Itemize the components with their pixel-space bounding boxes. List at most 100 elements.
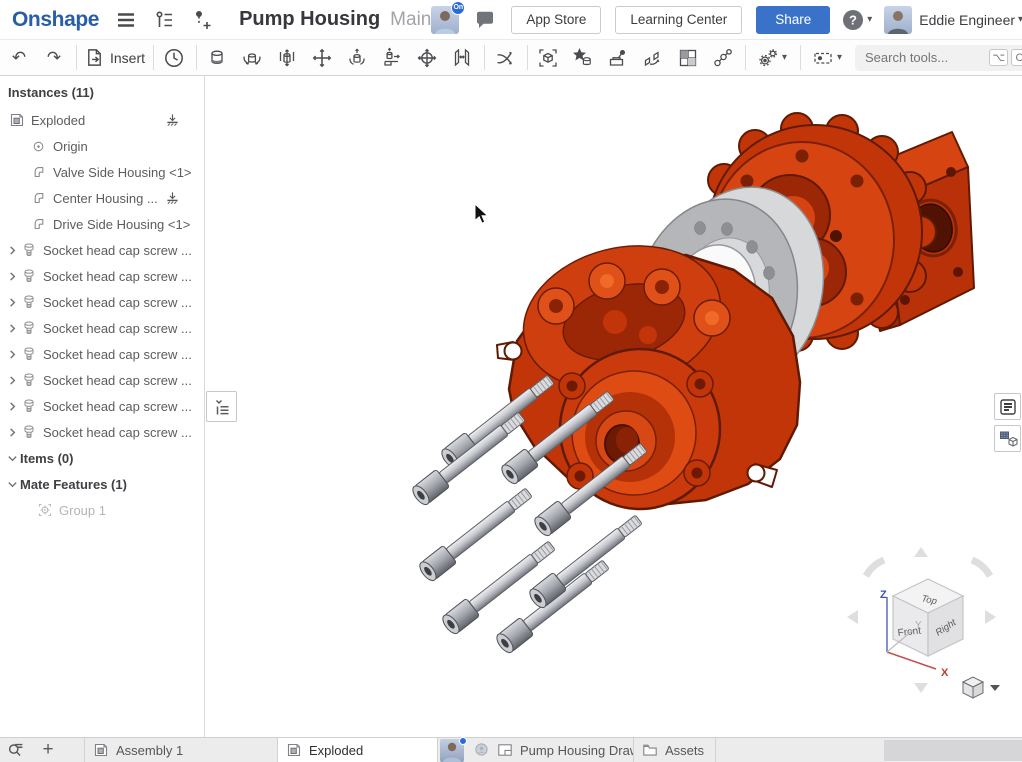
comments-icon[interactable] — [473, 8, 497, 32]
axis-x-label: X — [941, 667, 949, 679]
bom-panel-toggle[interactable] — [994, 425, 1021, 452]
feature-list-panel-toggle[interactable] — [994, 393, 1021, 420]
instance-row[interactable]: Socket head cap screw ... — [0, 393, 204, 419]
exploded-view-icon[interactable] — [710, 45, 736, 71]
tabs-row: Assembly 1Exploded Pump Housing Draw...As… — [64, 738, 716, 762]
assembly-settings-menu[interactable]: ▾ — [753, 45, 791, 71]
tab-scrollbar[interactable] — [884, 740, 1022, 761]
part-icon — [30, 164, 47, 181]
document-tab[interactable]: Assets — [634, 738, 716, 762]
instance-row[interactable]: Socket head cap screw ... — [0, 315, 204, 341]
onshape-app: Onshape Pump Housing Main On App Store L… — [0, 0, 1022, 762]
instance-row[interactable]: Socket head cap screw ... — [0, 367, 204, 393]
cylindrical-mate-icon[interactable] — [344, 45, 370, 71]
model-viewport[interactable]: Top Front Right Z X Y — [205, 76, 1022, 737]
online-badge: On — [451, 1, 465, 15]
instance-label: Items (0) — [20, 451, 73, 466]
divider — [196, 45, 197, 70]
instance-label: Socket head cap screw ... — [43, 321, 192, 336]
instance-row[interactable]: Group 1 — [0, 497, 204, 523]
svg-text:?: ? — [849, 12, 857, 27]
section-header[interactable]: Mate Features (1) — [0, 471, 204, 497]
versions-history-icon[interactable] — [153, 8, 175, 32]
caret-down-icon: ▾ — [867, 14, 872, 25]
document-tab[interactable]: Exploded — [278, 738, 438, 762]
replicate-icon[interactable] — [605, 45, 631, 71]
chevron-right-icon[interactable] — [5, 427, 20, 438]
chevron-right-icon[interactable] — [5, 375, 20, 386]
standard-content-icon[interactable] — [570, 45, 596, 71]
instance-row[interactable]: Origin — [0, 133, 204, 159]
chevron-down-icon[interactable] — [5, 479, 20, 490]
parallel-mate-icon[interactable] — [449, 45, 475, 71]
viewport-canvas[interactable]: Top Front Right Z X Y — [205, 76, 1022, 737]
user-avatar[interactable] — [884, 6, 912, 34]
chevron-right-icon[interactable] — [5, 271, 20, 282]
revolute-mate-icon[interactable] — [239, 45, 265, 71]
chevron-right-icon[interactable] — [5, 297, 20, 308]
undo-icon[interactable]: ↶ — [6, 45, 32, 71]
workspace-branch[interactable]: Main — [390, 9, 431, 31]
instance-row[interactable]: Center Housing ... — [0, 185, 204, 211]
tangent-mate-icon[interactable] — [492, 45, 518, 71]
manage-tabs-button[interactable] — [0, 738, 32, 762]
ball-mate-icon[interactable] — [414, 45, 440, 71]
view-cube[interactable]: Top Front Right Z X Y — [847, 547, 996, 693]
instance-label: Center Housing ... — [53, 191, 158, 206]
instances-flyout-toggle[interactable] — [206, 391, 237, 422]
user-menu[interactable]: Eddie Engineer — [919, 12, 1015, 28]
tab-label: Pump Housing Draw... — [520, 743, 634, 758]
section-view-menu[interactable]: ▾ — [808, 45, 846, 71]
instance-row[interactable]: Socket head cap screw ... — [0, 237, 204, 263]
chevron-right-icon[interactable] — [5, 349, 20, 360]
collaborator-presence-chip[interactable] — [440, 739, 464, 762]
slider-mate-icon[interactable] — [274, 45, 300, 71]
pin-slot-mate-icon[interactable] — [379, 45, 405, 71]
instance-row[interactable]: Valve Side Housing <1> — [0, 159, 204, 185]
section-header[interactable]: Items (0) — [0, 445, 204, 471]
chevron-right-icon[interactable] — [5, 323, 20, 334]
redo-icon[interactable]: ↷ — [41, 45, 67, 71]
search-tools-input[interactable] — [865, 50, 986, 65]
learning-center-button[interactable]: Learning Center — [615, 6, 742, 34]
collaborator-avatar[interactable]: On — [431, 6, 459, 34]
view-mode-button[interactable] — [963, 677, 1000, 698]
named-positions-icon[interactable] — [161, 45, 187, 71]
divider — [76, 45, 77, 70]
instance-row[interactable]: Drive Side Housing <1> — [0, 211, 204, 237]
instance-row[interactable]: Socket head cap screw ... — [0, 341, 204, 367]
instance-label: Exploded — [31, 113, 85, 128]
document-tab-bar: + Assembly 1Exploded Pump Housing Draw...… — [0, 737, 1022, 762]
fixed-icon — [165, 113, 180, 128]
bom-table-icon[interactable] — [675, 45, 701, 71]
help-menu[interactable]: ? ▾ — [842, 9, 872, 31]
chevron-right-icon[interactable] — [5, 245, 20, 256]
share-button[interactable]: Share — [756, 6, 830, 34]
app-store-button[interactable]: App Store — [511, 6, 601, 34]
document-tab[interactable]: Pump Housing Draw... — [466, 738, 634, 762]
instance-row[interactable]: Exploded — [0, 107, 204, 133]
chevron-right-icon[interactable] — [5, 401, 20, 412]
instance-row[interactable]: Socket head cap screw ... — [0, 263, 204, 289]
fastened-mate-icon[interactable] — [204, 45, 230, 71]
hamburger-menu-icon[interactable] — [115, 8, 137, 32]
divider — [800, 45, 801, 70]
instance-row[interactable]: Socket head cap screw ... — [0, 419, 204, 445]
instance-label: Socket head cap screw ... — [43, 269, 192, 284]
document-header: Onshape Pump Housing Main On App Store L… — [0, 0, 1022, 40]
chevron-down-icon[interactable] — [5, 453, 20, 464]
search-tools-box[interactable]: ⌥ C — [855, 45, 1022, 71]
origin-icon — [30, 138, 47, 155]
document-tab[interactable]: Assembly 1 — [84, 738, 278, 762]
onshape-logo[interactable]: Onshape — [12, 8, 99, 32]
planar-mate-icon[interactable] — [309, 45, 335, 71]
insert-button[interactable]: Insert — [84, 47, 145, 68]
screw-icon — [20, 294, 37, 311]
instance-row[interactable]: Socket head cap screw ... — [0, 289, 204, 315]
add-tab-button[interactable]: + — [32, 738, 64, 762]
group-icon[interactable] — [535, 45, 561, 71]
folder-tab-icon — [642, 742, 659, 759]
insert-label: Insert — [110, 50, 145, 66]
insert-version-icon[interactable] — [191, 8, 213, 32]
linear-pattern-icon[interactable] — [640, 45, 666, 71]
